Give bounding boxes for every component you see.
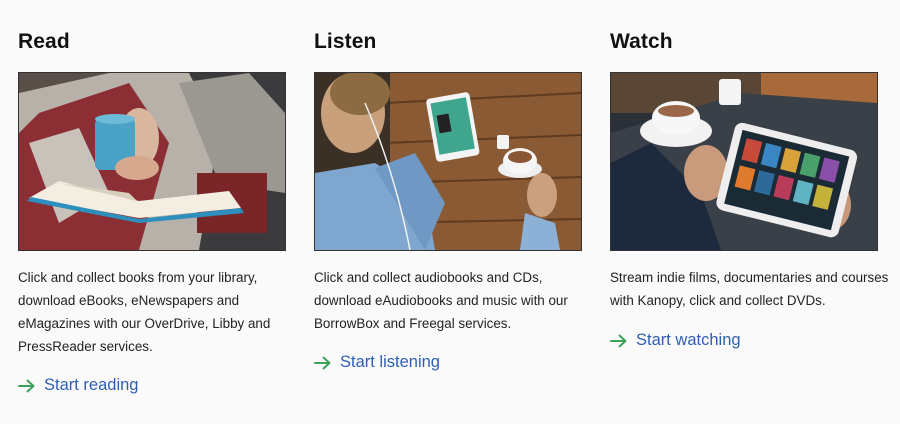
listen-image <box>314 72 582 251</box>
listen-description: Click and collect audiobooks and CDs, do… <box>314 266 582 335</box>
start-watching-link[interactable]: Start watching <box>610 331 741 350</box>
read-description-line: Click and collect books from your librar… <box>18 270 258 285</box>
watch-description-line: with Kanopy, click and collect DVDs. <box>610 293 826 308</box>
listen-description-line: Click and collect audiobooks and CDs, <box>314 270 543 285</box>
arrow-right-icon <box>314 356 331 369</box>
read-description: Click and collect books from your librar… <box>18 266 286 358</box>
read-heading: Read <box>18 30 70 53</box>
start-reading-label: Start reading <box>44 376 139 394</box>
read-image <box>18 72 286 251</box>
watch-heading: Watch <box>610 30 673 53</box>
watch-image <box>610 72 878 251</box>
listen-heading: Listen <box>314 30 377 53</box>
read-description-line: PressReader services. <box>18 339 153 354</box>
read-description-line: eMagazines with our OverDrive, Libby and <box>18 316 271 331</box>
listen-description-line: download eAudiobooks and music with our <box>314 293 568 308</box>
start-watching-label: Start watching <box>636 331 741 349</box>
watch-description-line: Stream indie films, documentaries and co… <box>610 270 889 285</box>
read-description-line: download eBooks, eNewspapers and <box>18 293 240 308</box>
start-listening-label: Start listening <box>340 353 440 371</box>
watch-description: Stream indie films, documentaries and co… <box>610 266 889 312</box>
media-services-section: Read Click and collect books from your l… <box>0 0 900 424</box>
start-listening-link[interactable]: Start listening <box>314 353 440 372</box>
start-reading-link[interactable]: Start reading <box>18 376 138 395</box>
arrow-right-icon <box>18 379 35 392</box>
listen-description-line: BorrowBox and Freegal services. <box>314 316 512 331</box>
arrow-right-icon <box>610 334 627 347</box>
